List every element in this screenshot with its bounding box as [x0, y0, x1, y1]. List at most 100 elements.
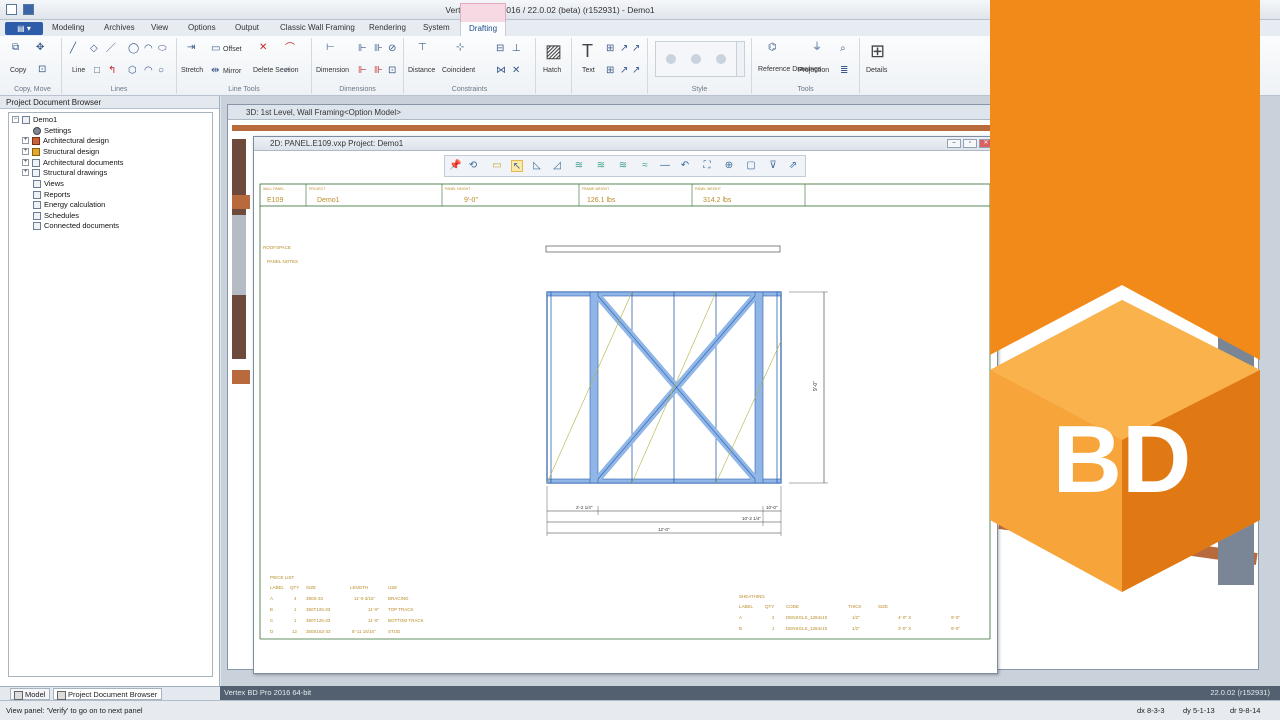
list-icon[interactable]: ≣ — [840, 66, 848, 76]
dim-chain-icon[interactable]: ⊩ — [358, 66, 367, 76]
style-gallery[interactable] — [655, 41, 745, 77]
offset-icon[interactable]: ▭ — [211, 44, 220, 54]
tab-model[interactable]: Model — [10, 688, 51, 700]
tree-item-settings[interactable]: Settings — [33, 126, 71, 135]
reference-drawings-icon[interactable]: ⌬ — [768, 43, 777, 53]
file-menu-button[interactable]: ▤ ▾ — [5, 22, 43, 35]
dim-angle-icon[interactable]: ⊪ — [374, 66, 383, 76]
tree-item-structural-drawings[interactable]: + Structural drawings — [22, 168, 107, 177]
maximize-button[interactable]: ▫ — [963, 139, 977, 148]
extend-icon[interactable]: ⌐ — [285, 66, 291, 76]
delete-section-button[interactable]: Delete Section — [253, 67, 299, 74]
hatch-icon[interactable]: ▨ — [545, 42, 562, 60]
ruler-icon[interactable]: ▭ — [489, 160, 505, 172]
mirror-button[interactable]: Mirror — [223, 68, 241, 75]
triangle-icon[interactable]: ◺ — [531, 160, 543, 172]
text-button[interactable]: Text — [582, 67, 595, 74]
tab-classic-wall-framing[interactable]: Classic Wall Framing — [280, 23, 355, 32]
dimension-icon[interactable]: ⊢ — [326, 43, 335, 53]
close-button[interactable]: ✕ — [979, 139, 993, 148]
expand-icon[interactable]: + — [22, 159, 29, 166]
arc2-icon[interactable]: ◠ — [144, 66, 153, 76]
dim-aligned-icon[interactable]: ⊪ — [374, 44, 383, 54]
leader-icon[interactable]: ↗ — [620, 44, 628, 54]
pin-icon[interactable]: 📌 — [449, 160, 461, 172]
layer2-icon[interactable]: ≋ — [595, 160, 607, 172]
gallery-scrollbar[interactable] — [736, 42, 744, 76]
coincident-button[interactable]: Coincident — [442, 67, 475, 74]
leader2-icon[interactable]: ↗ — [620, 66, 628, 76]
export-icon[interactable]: ⇗ — [787, 160, 799, 172]
tab-archives[interactable]: Archives — [104, 23, 135, 32]
tree-item-connected-documents[interactable]: Connected documents — [33, 221, 119, 230]
ellipse-icon[interactable]: ⬭ — [158, 44, 167, 54]
polyline-icon[interactable]: ◇ — [90, 44, 98, 54]
copy-icon[interactable]: ⧉ — [12, 43, 19, 53]
tab-system[interactable]: System — [423, 23, 450, 32]
stretch-button[interactable]: Stretch — [181, 67, 203, 74]
text-icon[interactable]: T — [582, 42, 593, 60]
projection-button[interactable]: Projection — [798, 67, 829, 74]
style-swatch[interactable] — [691, 54, 701, 64]
tab-view[interactable]: View — [151, 23, 168, 32]
label-icon[interactable]: ⊞ — [606, 44, 614, 54]
window-2d-panel[interactable]: 2D: PANEL.E109.vxp Project: Demo1 – ▫ ✕ … — [253, 136, 998, 674]
note2-icon[interactable]: ↗ — [632, 66, 640, 76]
zoom-tool-icon[interactable]: ⌕ — [840, 44, 846, 54]
refresh-icon[interactable]: ⟲ — [467, 160, 479, 172]
constraint-c-icon[interactable]: ⋈ — [496, 66, 506, 76]
line-style-icon[interactable]: — — [659, 160, 671, 172]
minimize-button[interactable]: – — [947, 139, 961, 148]
spline-icon[interactable]: ↰ — [108, 66, 116, 76]
circle-icon[interactable]: ◯ — [128, 44, 139, 54]
delete-section-icon[interactable]: ✕ — [259, 43, 267, 53]
constraint-b-icon[interactable]: ⊥ — [512, 44, 521, 54]
tab-rendering[interactable]: Rendering — [369, 23, 406, 32]
tree-root[interactable]: − Demo1 — [12, 115, 57, 124]
expand-icon[interactable]: + — [22, 169, 29, 176]
trim-icon[interactable]: ⌒ — [285, 44, 295, 54]
tab-project-document-browser[interactable]: Project Document Browser — [53, 688, 163, 700]
layer4-icon[interactable]: ≈ — [639, 160, 651, 172]
tab-drafting[interactable]: Drafting — [460, 3, 507, 37]
tree-item-reports[interactable]: Reports — [33, 190, 70, 199]
segment-icon[interactable]: ／ — [106, 44, 116, 54]
shape-icon[interactable]: ◿ — [551, 160, 563, 172]
layer3-icon[interactable]: ≋ — [617, 160, 629, 172]
dim-radius-icon[interactable]: ⊘ — [388, 44, 396, 54]
tree-item-architectural-documents[interactable]: + Architectural documents — [22, 158, 123, 167]
layer-icon[interactable]: ≋ — [573, 160, 585, 172]
tab-modeling[interactable]: Modeling — [52, 23, 84, 32]
line-button[interactable]: Line — [72, 67, 85, 74]
dim-edit-icon[interactable]: ⊡ — [388, 66, 396, 76]
circle2-icon[interactable]: ○ — [158, 66, 164, 76]
textbox-icon[interactable]: ⊞ — [606, 66, 614, 76]
tab-options[interactable]: Options — [188, 23, 216, 32]
mirror-icon[interactable]: ⇹ — [211, 66, 219, 76]
tree-item-views[interactable]: Views — [33, 179, 64, 188]
coincident-icon[interactable]: ⊹ — [456, 43, 464, 53]
tab-output[interactable]: Output — [235, 23, 259, 32]
tree-item-structural-design[interactable]: + Structural design — [22, 147, 99, 156]
move-icon[interactable]: ✥ — [36, 43, 44, 53]
distance-button[interactable]: Distance — [408, 67, 435, 74]
window-icon[interactable]: ▢ — [745, 160, 757, 172]
offset-button[interactable]: Offset — [223, 46, 242, 53]
constraint-a-icon[interactable]: ⊟ — [496, 44, 504, 54]
stretch-icon[interactable]: ⇥ — [187, 43, 195, 53]
style-swatch[interactable] — [666, 54, 676, 64]
filter-icon[interactable]: ⊽ — [767, 160, 779, 172]
note-icon[interactable]: ↗ — [632, 44, 640, 54]
polygon-icon[interactable]: ⬡ — [128, 66, 137, 76]
expand-icon[interactable]: + — [22, 148, 29, 155]
undo-icon[interactable]: ↶ — [679, 160, 691, 172]
details-button[interactable]: Details — [866, 67, 887, 74]
line-icon[interactable]: ╱ — [70, 44, 76, 54]
hatch-button[interactable]: Hatch — [543, 67, 561, 74]
tree-item-energy-calculation[interactable]: Energy calculation — [33, 200, 105, 209]
zoom-in-icon[interactable]: ⊕ — [723, 160, 735, 172]
zoom-extents-icon[interactable]: ⛶ — [701, 160, 713, 172]
style-swatch[interactable] — [716, 54, 726, 64]
arc-icon[interactable]: ◠ — [144, 44, 153, 54]
rectangle-icon[interactable]: □ — [94, 66, 100, 76]
